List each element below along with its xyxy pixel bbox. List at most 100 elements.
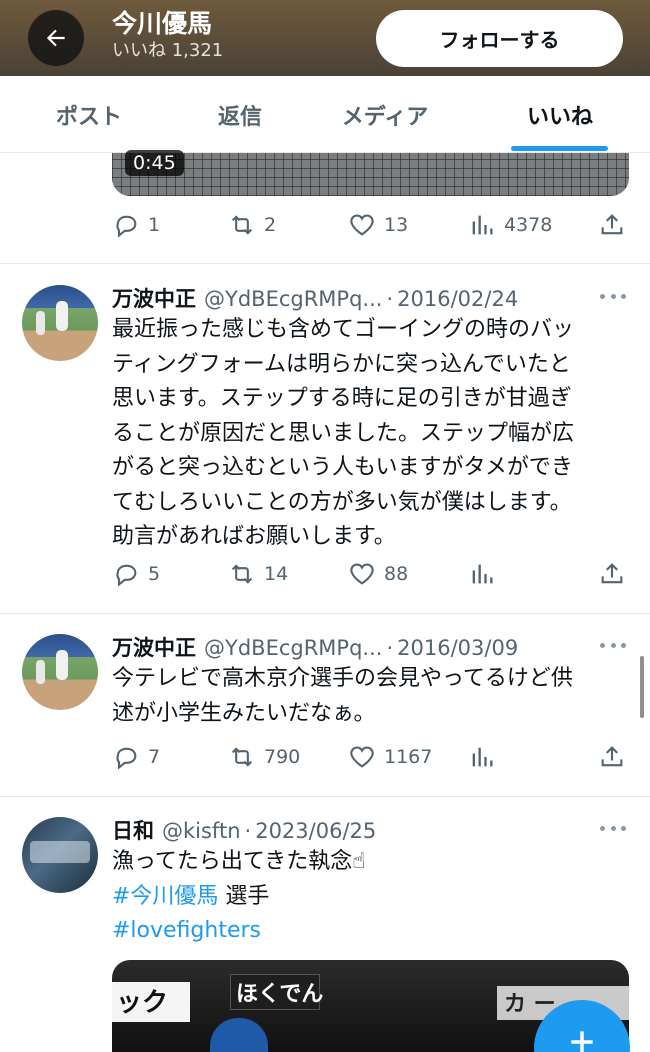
tweet-header: 万波中正 @YdBEcgRMPq... · 2016/02/24	[112, 283, 518, 313]
reply-count: 5	[148, 563, 161, 585]
tweet-actions: 1 2 13 4378	[112, 210, 630, 240]
share-icon	[601, 563, 623, 584]
separator-dot: ·	[386, 287, 394, 311]
hashtag-link[interactable]: #今川優馬	[112, 884, 218, 909]
hashtag-link[interactable]: #lovefighters	[112, 918, 261, 943]
share-button[interactable]	[598, 742, 634, 772]
author-handle[interactable]: @kisftn	[162, 819, 241, 843]
more-icon[interactable]	[600, 294, 626, 302]
reply-button[interactable]: 1	[112, 210, 160, 240]
tweet-date[interactable]: 2016/03/09	[397, 636, 518, 660]
reply-button[interactable]: 5	[112, 559, 160, 589]
tweet-line: 最近振った感じも含めてゴーイングの時のバッ	[112, 317, 575, 342]
reply-icon	[116, 747, 137, 770]
repost-icon	[231, 564, 253, 584]
repost-count: 790	[264, 746, 301, 768]
like-button[interactable]: 1167	[348, 742, 432, 772]
repost-icon	[231, 747, 253, 767]
reply-count: 7	[148, 746, 161, 768]
repost-icon	[231, 215, 253, 235]
views-button[interactable]: 4378	[468, 210, 552, 240]
views-button[interactable]	[468, 742, 504, 772]
tweet-actions: 5 14 88	[112, 559, 630, 589]
author-name[interactable]: 日和	[112, 815, 154, 845]
views-button[interactable]	[468, 559, 504, 589]
tweet-text: 今テレビで高木京介選手の会見やってるけど供 述が小学生みたいだなぁ。	[112, 662, 628, 731]
media-helmet	[210, 1018, 268, 1052]
views-icon	[472, 564, 493, 584]
author-handle[interactable]: @YdBEcgRMPq...	[204, 636, 382, 660]
video-duration: 0:45	[125, 150, 184, 176]
tweet-line: 漁ってたら出てきた執念☝	[112, 849, 366, 874]
plus-icon	[571, 1031, 593, 1052]
reply-icon	[116, 215, 137, 238]
heart-icon	[350, 563, 374, 585]
divider	[0, 613, 650, 614]
repost-button[interactable]: 2	[228, 210, 276, 240]
tweet-line: ることが原因だと思いました。ステップ幅が広	[112, 420, 575, 446]
tab-media[interactable]: メディア	[325, 76, 445, 153]
hashtag-suffix: 選手	[218, 883, 270, 909]
avatar[interactable]	[22, 285, 98, 361]
like-count: 88	[384, 563, 409, 585]
separator-dot: ·	[244, 819, 252, 843]
tweet-text: 最近振った感じも含めてゴーイングの時のバッ ティングフォームは明らかに突っ込んで…	[112, 313, 628, 555]
views-icon	[472, 215, 493, 235]
share-button[interactable]	[598, 559, 634, 589]
views-icon	[472, 747, 493, 767]
author-name[interactable]: 万波中正	[112, 283, 196, 313]
tweet-header: 日和 @kisftn · 2023/06/25	[112, 815, 376, 845]
media-text: ほくでん	[236, 982, 324, 1007]
author-handle[interactable]: @YdBEcgRMPq...	[204, 287, 382, 311]
video-thumbnail[interactable]	[112, 153, 629, 196]
repost-button[interactable]: 790	[228, 742, 300, 772]
tweet-line: てむしろいいことの方が多い気が僕はします。	[112, 489, 572, 515]
media-text: ック	[116, 988, 169, 1018]
reply-button[interactable]: 7	[112, 742, 160, 772]
likes-count: いいね 1,321	[112, 40, 224, 61]
avatar[interactable]	[22, 817, 98, 893]
avatar[interactable]	[22, 634, 98, 710]
view-count: 4378	[504, 214, 553, 236]
back-button[interactable]	[28, 10, 84, 66]
like-count: 1167	[384, 746, 433, 768]
like-button[interactable]: 88	[348, 559, 408, 589]
reply-icon	[116, 564, 137, 587]
share-button[interactable]	[598, 210, 634, 240]
author-name[interactable]: 万波中正	[112, 632, 196, 662]
tweet-actions: 7 790 1167	[112, 742, 630, 772]
separator-dot: ·	[386, 636, 394, 660]
share-icon	[601, 746, 623, 767]
heart-icon	[350, 214, 374, 236]
tweet-line: #lovefighters	[112, 914, 628, 949]
tweet-line: 思います。ステップする時に足の引きが甘過ぎ	[112, 386, 572, 411]
like-count: 13	[384, 214, 409, 236]
profile-name: 今川優馬	[112, 9, 213, 38]
tab-replies[interactable]: 返信	[190, 76, 290, 153]
more-icon[interactable]	[600, 826, 626, 834]
divider	[0, 796, 650, 797]
active-tab-indicator	[511, 146, 608, 151]
arrow-left-icon	[46, 29, 65, 47]
tweet-line: 今テレビで高木京介選手の会見やってるけど供	[112, 666, 573, 691]
tweet-line: 述が小学生みたいだなぁ。	[112, 700, 376, 726]
heart-icon	[350, 746, 374, 768]
tab-likes[interactable]: いいね	[505, 76, 615, 153]
reply-count: 1	[148, 214, 161, 236]
tweet-line: #今川優馬 選手	[112, 880, 628, 915]
scrollbar[interactable]	[640, 656, 644, 718]
tweet-line: がると突っ込むという人もいますがタメができ	[112, 455, 573, 480]
tweet-date[interactable]: 2016/02/24	[397, 287, 518, 311]
tweet-line: 助言があればお願いします。	[112, 524, 396, 549]
divider	[0, 263, 650, 264]
repost-count: 14	[264, 563, 289, 585]
more-icon[interactable]	[600, 643, 626, 651]
tweet-header: 万波中正 @YdBEcgRMPq... · 2016/03/09	[112, 632, 518, 662]
tab-posts[interactable]: ポスト	[30, 76, 148, 153]
like-button[interactable]: 13	[348, 210, 408, 240]
tweet-text: 漁ってたら出てきた執念☝ #今川優馬 選手 #lovefighters	[112, 845, 628, 949]
follow-button[interactable]: フォローする	[376, 10, 623, 67]
profile-header: 今川優馬 いいね 1,321 フォローする	[0, 0, 650, 76]
tweet-date[interactable]: 2023/06/25	[255, 819, 376, 843]
repost-button[interactable]: 14	[228, 559, 288, 589]
